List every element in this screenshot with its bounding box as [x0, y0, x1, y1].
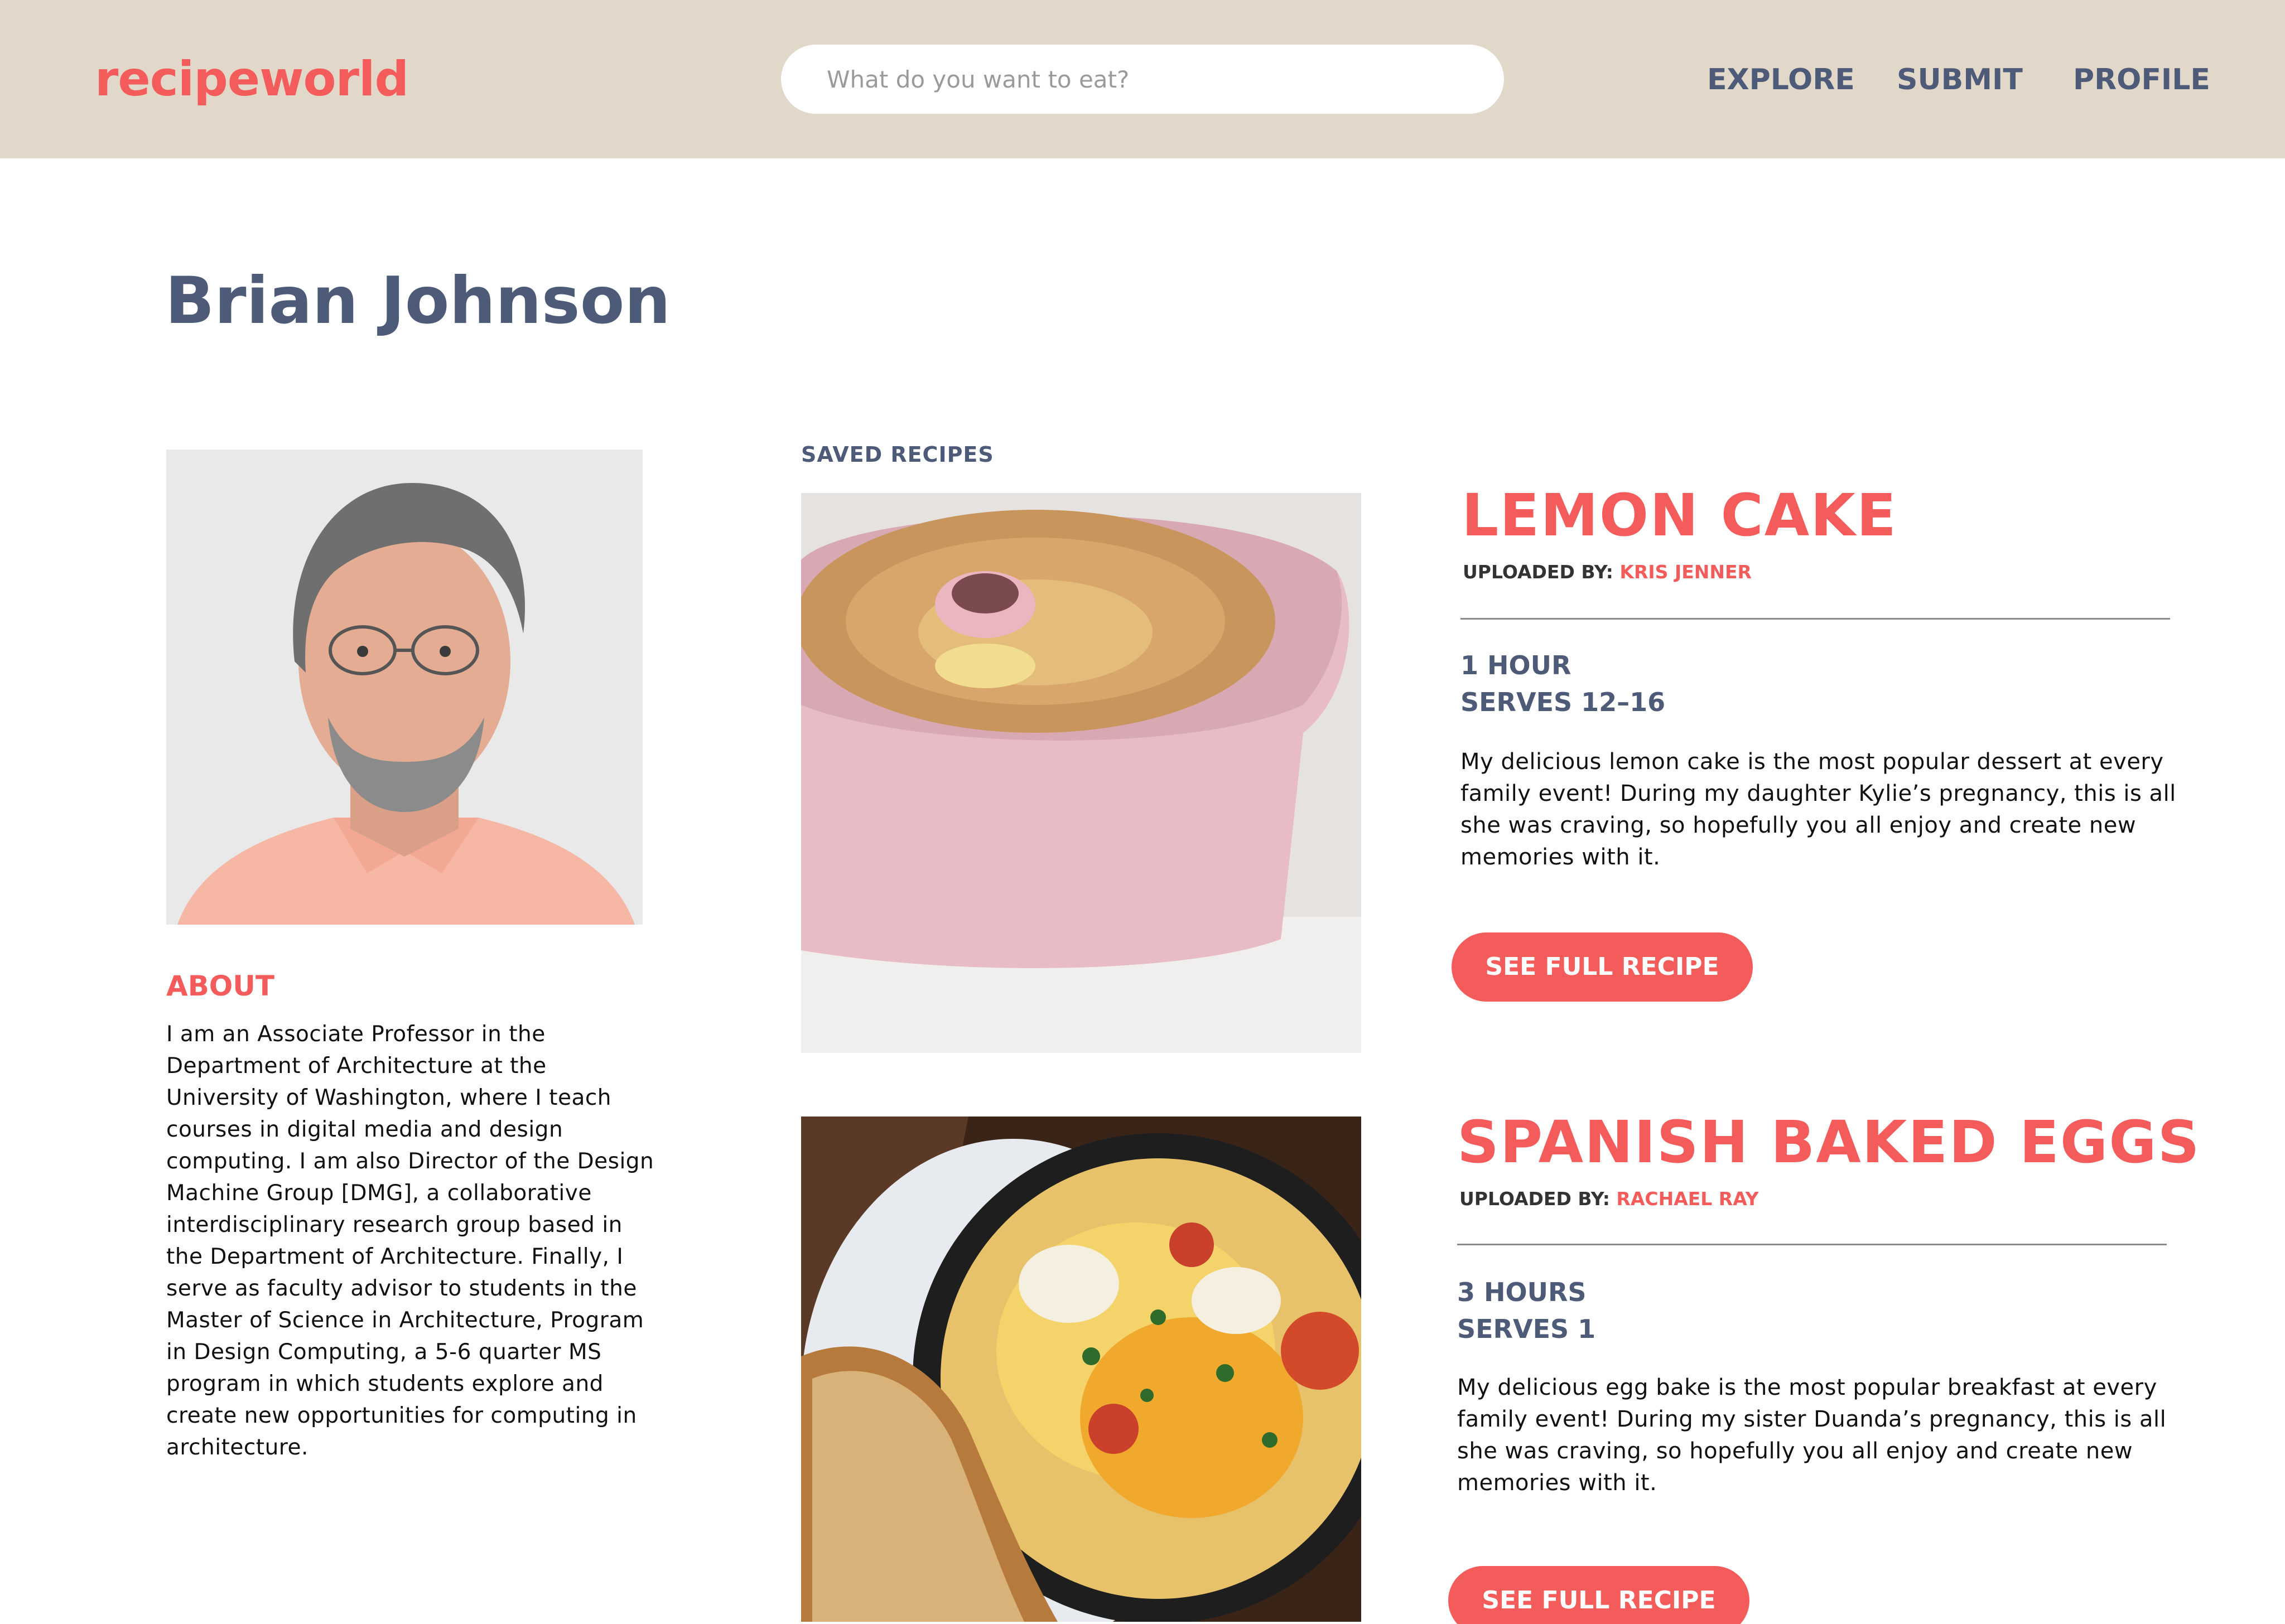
profile-name: Brian Johnson: [165, 263, 671, 339]
about-heading: ABOUT: [166, 970, 275, 1002]
see-full-recipe-button[interactable]: SEE FULL RECIPE: [1452, 932, 1753, 1002]
nav-submit[interactable]: SUBMIT: [1897, 62, 2023, 97]
search-bar[interactable]: [781, 45, 1504, 114]
uploaded-by-label: UPLOADED BY:: [1459, 1188, 1617, 1210]
nav-explore[interactable]: EXPLORE: [1707, 62, 1855, 97]
divider: [1460, 618, 2170, 620]
recipe-description: My delicious lemon cake is the most popu…: [1460, 749, 2176, 870]
recipe-description: My delicious egg bake is the most popula…: [1457, 1375, 2167, 1496]
recipe-serves: SERVES 12–16: [1460, 687, 1666, 717]
uploaded-by-label: UPLOADED BY:: [1463, 561, 1620, 583]
recipe-image-spanish-baked-eggs[interactable]: [801, 1116, 1361, 1622]
portrait-photo-icon: [166, 450, 643, 925]
baked-eggs-photo-icon: [801, 1116, 1361, 1622]
uploader-name[interactable]: RACHAEL RAY: [1616, 1188, 1758, 1210]
recipe-time: 1 HOUR: [1460, 650, 1571, 680]
recipe-time: 3 HOURS: [1457, 1277, 1587, 1307]
recipe-title-spanish-baked-eggs[interactable]: SPANISH BAKED EGGS: [1457, 1109, 2201, 1176]
recipe-image-lemon-cake[interactable]: [801, 493, 1361, 1053]
about-text: I am an Associate Professor in the Depar…: [166, 1022, 654, 1460]
site-logo[interactable]: recipeworld: [95, 51, 409, 107]
recipe-title-lemon-cake[interactable]: LEMON CAKE: [1462, 482, 1897, 549]
uploader-name[interactable]: KRIS JENNER: [1619, 561, 1752, 583]
divider: [1457, 1244, 2167, 1245]
nav-profile[interactable]: PROFILE: [2073, 62, 2210, 97]
lemon-cake-photo-icon: [801, 493, 1361, 1053]
saved-recipes-label: SAVED RECIPES: [801, 442, 994, 467]
avatar: [166, 450, 643, 925]
uploaded-by-spanish-baked-eggs: UPLOADED BY: RACHAEL RAY: [1459, 1188, 1759, 1210]
search-input[interactable]: [827, 45, 1468, 114]
see-full-recipe-button[interactable]: SEE FULL RECIPE: [1448, 1566, 1749, 1624]
uploaded-by-lemon-cake: UPLOADED BY: KRIS JENNER: [1463, 561, 1752, 583]
top-header: recipeworld EXPLORE SUBMIT PROFILE: [0, 0, 2285, 158]
recipe-serves: SERVES 1: [1457, 1314, 1596, 1344]
